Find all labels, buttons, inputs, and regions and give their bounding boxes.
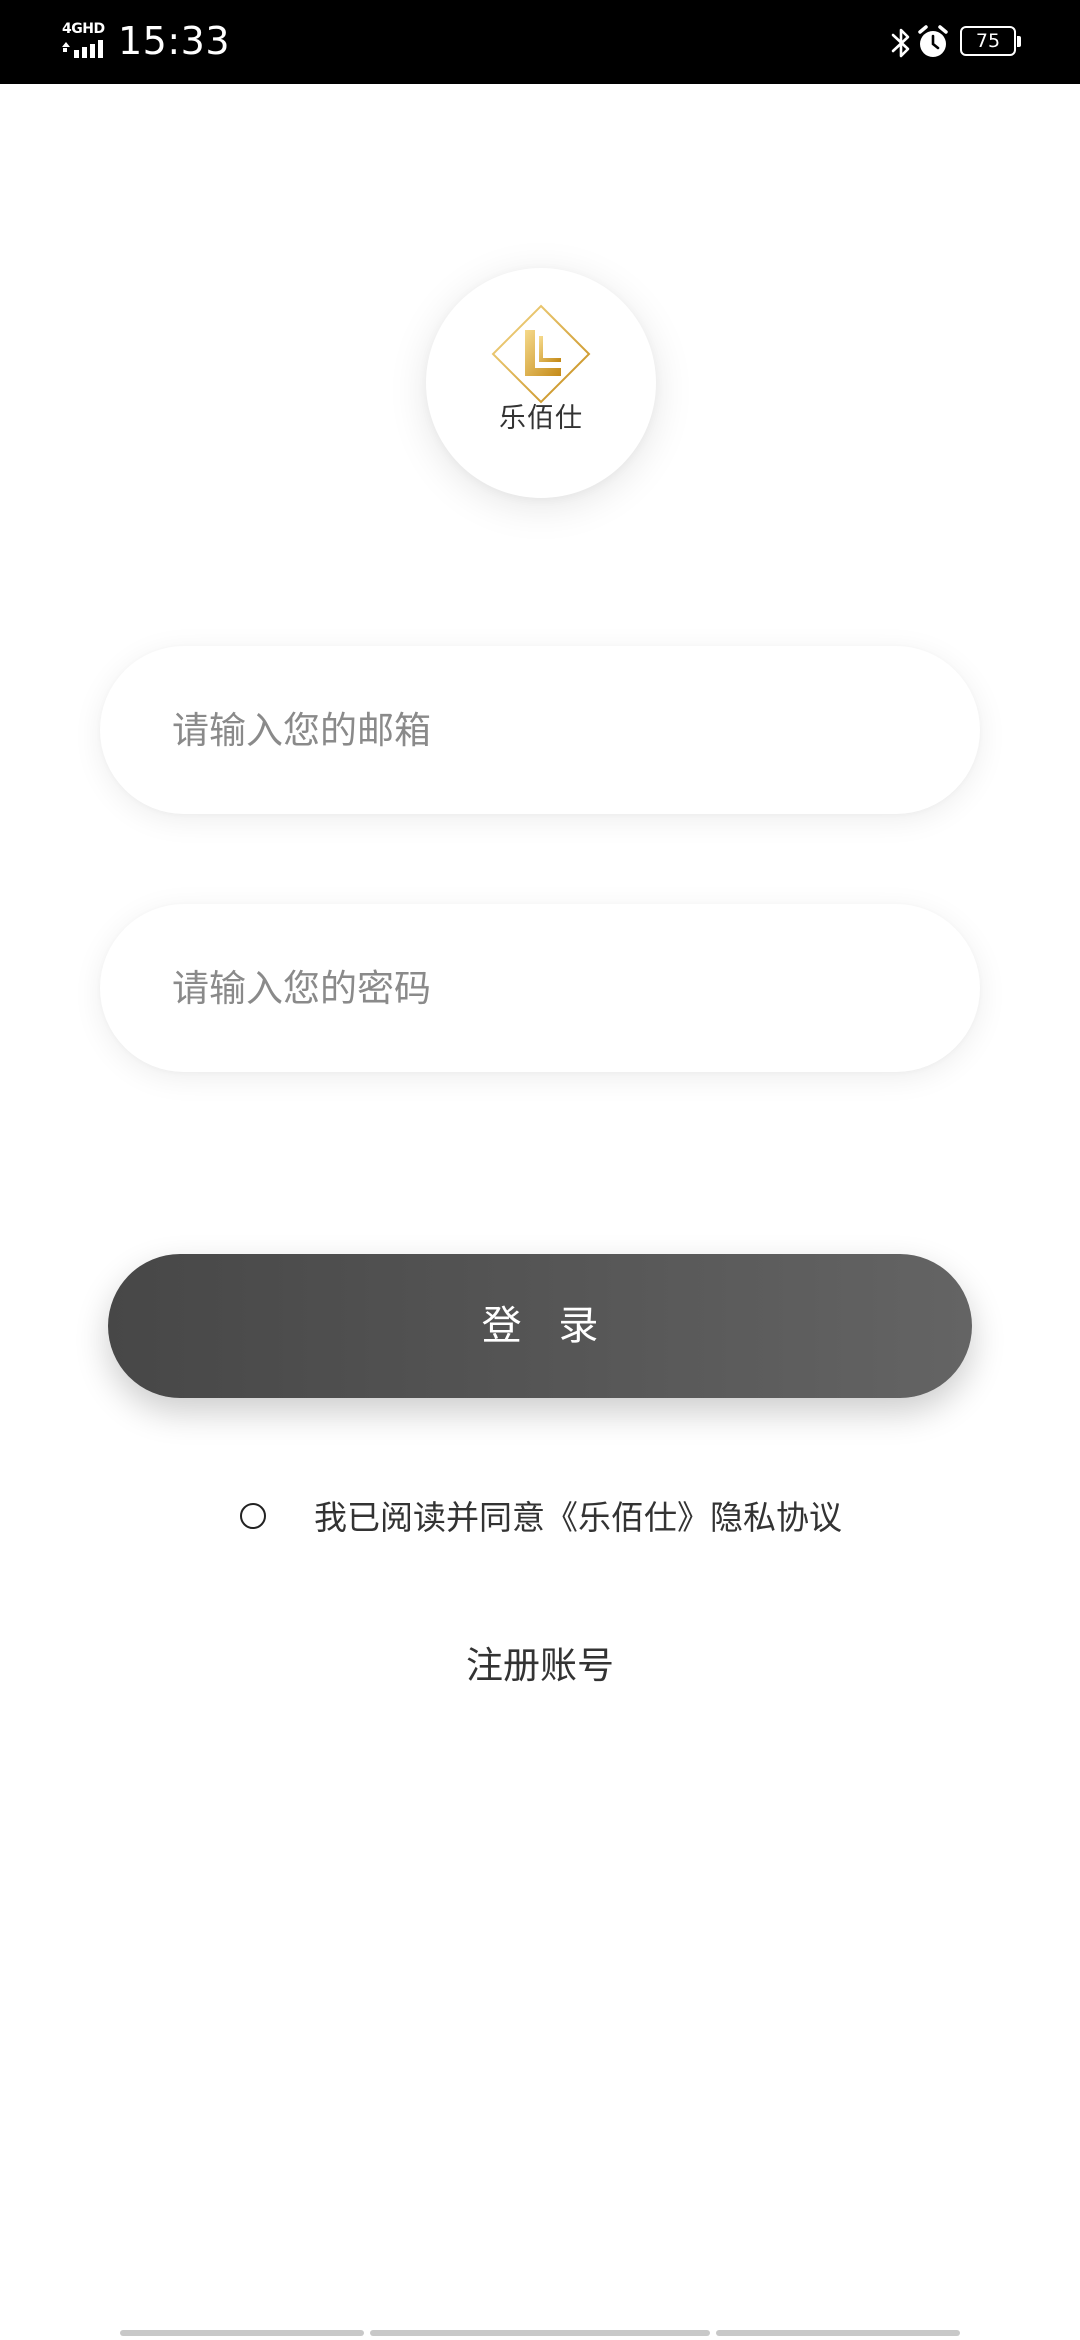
battery-icon: 75 — [960, 26, 1024, 58]
status-bar: 4GHD 15:33 75 — [0, 0, 1080, 84]
password-field-container[interactable] — [100, 904, 980, 1072]
agreement-text[interactable]: 我已阅读并同意《乐佰仕》隐私协议 — [314, 1494, 842, 1542]
network-type: 4GHD — [62, 21, 105, 37]
agreement-radio-button[interactable] — [240, 1503, 266, 1529]
email-input[interactable] — [172, 646, 932, 814]
bluetooth-icon — [891, 28, 910, 58]
alarm-clock-icon — [918, 25, 948, 57]
password-input[interactable] — [172, 904, 932, 1072]
bottom-indicator-segment — [120, 2330, 364, 2336]
email-field-container[interactable] — [100, 646, 980, 814]
battery-tip — [1017, 36, 1021, 47]
clock-time: 15:33 — [118, 19, 231, 63]
app-logo: 乐佰仕 — [426, 268, 656, 498]
signal-bars-icon: 4GHD — [60, 22, 112, 58]
register-account-link[interactable]: 注册账号 — [0, 1638, 1080, 1694]
logo-diamond-icon — [491, 304, 591, 404]
battery-level: 75 — [975, 30, 1001, 52]
logo-brand-name: 乐佰仕 — [499, 403, 583, 434]
bottom-indicator-segment — [716, 2330, 960, 2336]
privacy-agreement-row: 我已阅读并同意《乐佰仕》隐私协议 — [238, 1494, 938, 1542]
signal-bars-graphic — [62, 40, 103, 58]
bottom-indicator-segment — [370, 2330, 710, 2336]
login-button[interactable]: 登 录 — [108, 1254, 972, 1398]
